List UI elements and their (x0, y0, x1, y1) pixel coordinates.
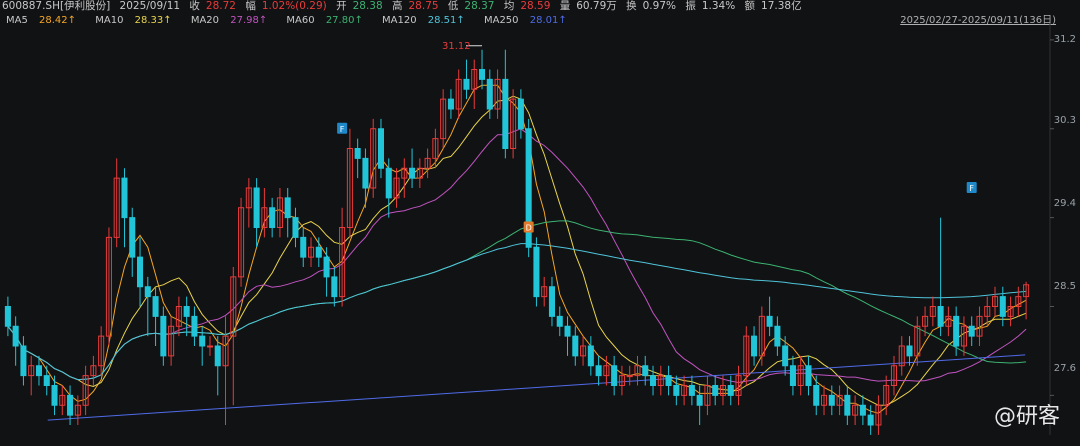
candle-body (859, 404, 866, 416)
candle-body (292, 217, 299, 238)
ma10-line (7, 95, 1027, 406)
candle-body (789, 365, 796, 386)
candle-body (999, 296, 1006, 317)
candle-body (409, 167, 416, 179)
price-tick: 30.3 (1053, 115, 1076, 126)
candle-body (315, 246, 322, 258)
candle-body (43, 375, 50, 386)
candle-body (377, 128, 385, 169)
price-tick: 28.5 (1053, 281, 1076, 292)
candle-body (548, 286, 556, 317)
candle-body (533, 246, 540, 298)
candle-body (867, 414, 874, 426)
event-marker-label: F (340, 125, 345, 134)
candle-body (284, 197, 291, 219)
candle-body (300, 236, 307, 258)
candle-body (35, 365, 43, 377)
candle-body (517, 98, 524, 130)
candle-body (828, 394, 835, 406)
candle-body (751, 335, 758, 357)
candle-body (556, 315, 563, 327)
candle-body (385, 167, 392, 199)
candle-body (129, 217, 136, 258)
candle-body (478, 69, 486, 80)
candle-body (447, 98, 454, 110)
candle-body (206, 345, 214, 348)
candle-body (152, 296, 159, 317)
candle-body (362, 157, 369, 189)
candle-body (572, 335, 579, 357)
price-tick: 29.4 (1053, 198, 1076, 209)
candle-body (727, 385, 734, 396)
candle-body (331, 276, 338, 298)
candle-body (968, 325, 975, 337)
candle-body (214, 345, 221, 367)
candle-body (191, 315, 198, 337)
candle-body (626, 375, 633, 378)
candle-body (611, 365, 618, 386)
candle-body (595, 365, 602, 377)
candle-body (688, 385, 695, 396)
candle-body (4, 306, 11, 327)
price-tick: 31.2 (1053, 34, 1076, 45)
candle-body (712, 385, 719, 396)
candle-body (502, 78, 509, 149)
candle-body (649, 375, 657, 386)
candle-body (844, 394, 851, 416)
candle-body (564, 325, 571, 337)
candle-body (160, 315, 167, 357)
candle-body (199, 335, 206, 347)
candle-body (136, 256, 144, 288)
candle-body (937, 306, 944, 327)
watermark: @研客 (993, 404, 1060, 429)
candlestick-chart[interactable]: 31.12 F D F (0, 0, 1080, 446)
candle-body (144, 286, 151, 298)
candle-body (20, 345, 27, 377)
candle-body (766, 315, 773, 327)
candle-body (323, 256, 330, 278)
candle-body (253, 187, 260, 228)
candle-body (121, 177, 128, 219)
candle-body (183, 306, 190, 317)
event-marker-label: F (969, 184, 974, 193)
candle-body (12, 325, 19, 347)
ma5-line (7, 84, 1027, 414)
ma120-line (7, 243, 1027, 381)
candle-body (587, 345, 594, 367)
candle-body (463, 78, 470, 90)
candle-body (906, 345, 913, 357)
candle-body (269, 207, 276, 228)
event-marker-label: D (526, 224, 532, 233)
candle-body (486, 78, 493, 110)
price-tick: 27.6 (1053, 363, 1076, 374)
high-annotation: 31.12 (442, 41, 471, 52)
candle-body (67, 394, 74, 416)
candle-body (953, 315, 960, 347)
candle-body (805, 365, 812, 386)
candle-body (354, 148, 361, 159)
candle-body (665, 375, 672, 386)
candle-body (642, 365, 649, 377)
candle-body (673, 385, 680, 396)
candle-body (51, 385, 58, 406)
candle-body (774, 325, 781, 347)
candle-body (782, 345, 789, 367)
candle-body (696, 394, 703, 406)
candle-body (813, 385, 820, 406)
